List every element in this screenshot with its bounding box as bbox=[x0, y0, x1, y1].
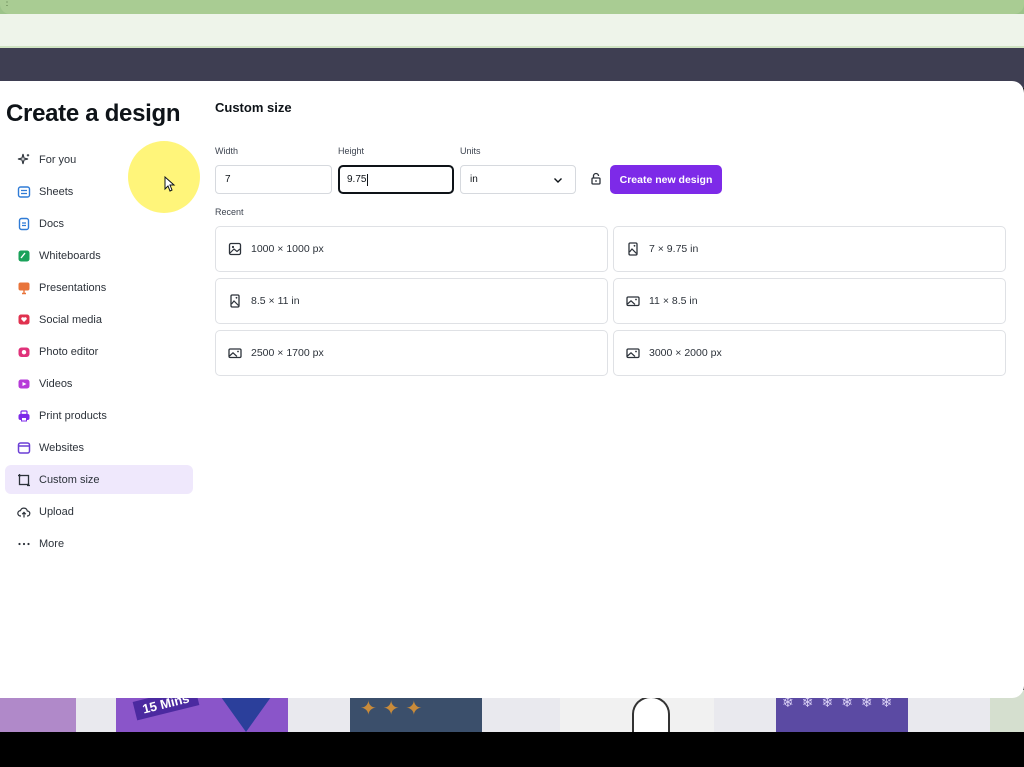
height-value: 9.75 bbox=[347, 174, 367, 185]
recent-size-label: 1000 × 1000 px bbox=[251, 243, 324, 255]
recent-size-card[interactable]: 2500 × 1700 px bbox=[215, 330, 608, 376]
units-select[interactable]: in bbox=[460, 165, 576, 194]
units-label: Units bbox=[460, 146, 481, 156]
cloud-upload-icon bbox=[17, 505, 31, 519]
sidebar-item-label: Photo editor bbox=[39, 345, 99, 358]
presentation-icon bbox=[17, 281, 31, 295]
template-decoration: ✦✦✦ bbox=[360, 698, 429, 720]
modal-title: Create a design bbox=[6, 100, 181, 127]
sidebar-item-presentations[interactable]: Presentations bbox=[5, 273, 193, 302]
landscape-image-icon bbox=[228, 346, 242, 360]
recent-size-label: 11 × 8.5 in bbox=[649, 295, 698, 307]
recent-size-card[interactable]: 11 × 8.5 in bbox=[613, 278, 1006, 324]
sidebar-item-label: Custom size bbox=[39, 473, 100, 486]
printer-icon bbox=[17, 409, 31, 423]
sidebar-item-websites[interactable]: Websites bbox=[5, 433, 193, 462]
sidebar-item-label: Social media bbox=[39, 313, 102, 326]
width-label: Width bbox=[215, 146, 239, 156]
sidebar-item-label: Print products bbox=[39, 409, 107, 422]
sidebar-item-label: Upload bbox=[39, 505, 74, 518]
recent-size-card[interactable]: 3000 × 2000 px bbox=[613, 330, 1006, 376]
sidebar-item-label: Docs bbox=[39, 217, 65, 230]
portrait-image-icon bbox=[626, 242, 640, 256]
camera-icon bbox=[17, 345, 31, 359]
width-value: 7 bbox=[225, 174, 231, 185]
docs-icon bbox=[17, 217, 31, 231]
sidebar-item-label: More bbox=[39, 537, 65, 550]
browser-bookmark-strip bbox=[0, 14, 1024, 48]
sidebar-item-label: Sheets bbox=[39, 185, 74, 198]
recent-size-label: 2500 × 1700 px bbox=[251, 347, 324, 359]
address-bar-field[interactable] bbox=[0, 0, 1024, 14]
landscape-image-icon bbox=[626, 294, 640, 308]
height-input[interactable]: 9.75 bbox=[338, 165, 454, 194]
sidebar-item-label: Whiteboards bbox=[39, 249, 101, 262]
recent-label: Recent bbox=[215, 207, 244, 217]
create-new-design-button[interactable]: Create new design bbox=[610, 165, 722, 194]
sidebar-item-more[interactable]: More bbox=[5, 529, 193, 558]
recent-size-label: 8.5 × 11 in bbox=[251, 295, 300, 307]
sheets-icon bbox=[17, 185, 31, 199]
units-value: in bbox=[470, 174, 478, 185]
custom-size-icon bbox=[17, 473, 31, 487]
website-icon bbox=[17, 441, 31, 455]
sidebar-item-label: For you bbox=[39, 153, 77, 166]
sidebar-item-label: Videos bbox=[39, 377, 73, 390]
text-caret bbox=[367, 173, 369, 186]
mouse-cursor-icon bbox=[164, 176, 176, 192]
sidebar-item-print-products[interactable]: Print products bbox=[5, 401, 193, 430]
heart-icon bbox=[17, 313, 31, 327]
dog-illustration bbox=[632, 696, 670, 732]
sidebar-item-label: Websites bbox=[39, 441, 85, 454]
sidebar-item-social-media[interactable]: Social media bbox=[5, 305, 193, 334]
sidebar-item-whiteboards[interactable]: Whiteboards bbox=[5, 241, 193, 270]
browser-menu-icon[interactable]: ⋮ bbox=[2, 0, 12, 8]
sparkle-icon bbox=[17, 153, 31, 167]
more-icon bbox=[17, 537, 31, 551]
whiteboard-icon bbox=[17, 249, 31, 263]
recent-size-label: 3000 × 2000 px bbox=[649, 347, 722, 359]
width-input[interactable]: 7 bbox=[215, 165, 332, 194]
create-design-modal: Create a design For you Sheets Docs Whitebo… bbox=[0, 81, 1024, 698]
sidebar-item-label: Presentations bbox=[39, 281, 107, 294]
chevron-down-icon bbox=[554, 178, 562, 183]
recent-size-label: 7 × 9.75 in bbox=[649, 243, 699, 255]
recent-size-card[interactable]: 7 × 9.75 in bbox=[613, 226, 1006, 272]
portrait-image-icon bbox=[228, 294, 242, 308]
video-icon bbox=[17, 377, 31, 391]
sidebar-item-photo-editor[interactable]: Photo editor bbox=[5, 337, 193, 366]
lock-aspect-ratio-icon[interactable] bbox=[590, 172, 602, 186]
panel-title: Custom size bbox=[215, 100, 292, 115]
height-label: Height bbox=[338, 146, 365, 156]
recent-size-card[interactable]: 8.5 × 11 in bbox=[215, 278, 608, 324]
sidebar-item-custom-size[interactable]: Custom size bbox=[5, 465, 193, 494]
sidebar-item-upload[interactable]: Upload bbox=[5, 497, 193, 526]
sidebar-item-videos[interactable]: Videos bbox=[5, 369, 193, 398]
recent-size-card[interactable]: 1000 × 1000 px bbox=[215, 226, 608, 272]
sidebar-item-docs[interactable]: Docs bbox=[5, 209, 193, 238]
landscape-image-icon bbox=[626, 346, 640, 360]
browser-address-bar: ⋮ bbox=[0, 0, 1024, 14]
image-icon bbox=[228, 242, 242, 256]
